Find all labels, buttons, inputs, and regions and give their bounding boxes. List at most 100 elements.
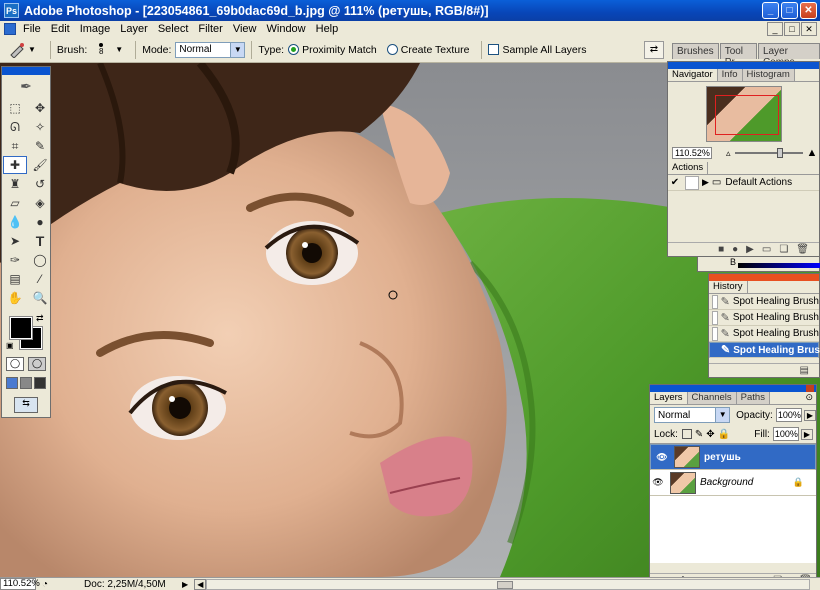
panel-menu-icon[interactable]: ⊙ [805, 392, 813, 404]
paint-bucket-tool-icon[interactable]: ◈ [28, 194, 52, 212]
trash-icon[interactable]: 🗑 [796, 244, 809, 255]
fill-field[interactable]: 100% [772, 427, 799, 441]
action-toggle-check-icon[interactable]: ✔ [668, 177, 682, 188]
quick-mask-mode-icon[interactable]: ◯ [28, 357, 46, 371]
tab-histogram[interactable]: Histogram [742, 69, 795, 81]
history-state[interactable]: ✎ Spot Healing Brush [709, 310, 819, 326]
brush-tool-icon[interactable]: 🖌 [28, 156, 52, 174]
stop-icon[interactable]: ■ [718, 244, 724, 255]
scroll-left-icon[interactable]: ◀ [194, 578, 207, 590]
menu-image[interactable]: Image [75, 23, 116, 35]
history-source-box[interactable] [712, 326, 718, 341]
tab-layer-comps[interactable]: Layer Comps [757, 43, 820, 68]
swap-colors-icon[interactable]: ⇄ [36, 313, 44, 324]
menu-filter[interactable]: Filter [193, 23, 227, 35]
clone-stamp-tool-icon[interactable]: ♜ [3, 175, 27, 193]
ellipse-tool-icon[interactable]: ◯ [28, 251, 52, 269]
lock-position-icon[interactable]: ✥ [706, 429, 714, 440]
type-tool-icon[interactable]: T [28, 232, 52, 250]
path-selection-tool-icon[interactable]: ➤ [3, 232, 27, 250]
mode-select[interactable]: Normal ▼ [175, 41, 246, 58]
expand-triangle-icon[interactable]: ▶ [702, 177, 709, 188]
document-restore-button[interactable]: □ [784, 22, 800, 36]
spot-healing-brush-tool-icon[interactable]: ✚ [3, 156, 27, 174]
feather-logo-icon[interactable]: ✒ [2, 75, 50, 97]
notes-tool-icon[interactable]: ▤ [3, 270, 27, 288]
menu-help[interactable]: Help [311, 23, 344, 35]
status-menu-arrow-icon[interactable]: ▶ [182, 580, 188, 589]
eyedropper-tool-icon[interactable]: ⁄ [28, 270, 52, 288]
document-icon[interactable] [4, 23, 16, 35]
zoom-out-icon[interactable]: ▵ [726, 148, 731, 159]
menu-file[interactable]: File [18, 23, 46, 35]
layer-row[interactable]: 👁 ретушь [650, 444, 816, 470]
file-browser-icon[interactable]: ⇄ [644, 41, 664, 59]
eye-icon[interactable]: 👁 [654, 452, 670, 463]
view-box[interactable] [714, 95, 779, 135]
full-screen-menu-mode-icon[interactable] [20, 377, 32, 389]
menu-window[interactable]: Window [262, 23, 311, 35]
slice-tool-icon[interactable]: ✎ [28, 137, 52, 155]
fill-arrow-icon[interactable]: ▶ [800, 428, 813, 440]
tab-layers[interactable]: Layers [650, 392, 688, 404]
blend-mode-select[interactable]: Normal ▼ [654, 407, 731, 423]
tab-tool-presets[interactable]: Tool Pr [719, 43, 757, 68]
tab-channels[interactable]: Channels [687, 392, 737, 404]
navigator-preview[interactable] [705, 86, 782, 142]
new-action-icon[interactable]: ❏ [779, 244, 788, 255]
scrollbar-thumb[interactable] [497, 580, 514, 589]
tool-preset-chevron-icon[interactable]: ▼ [28, 45, 36, 54]
tab-brushes[interactable]: Brushes [672, 43, 719, 59]
hand-tool-icon[interactable]: ✋ [3, 289, 27, 307]
zoom-tool-icon[interactable]: 🔍 [28, 289, 52, 307]
menu-view[interactable]: View [228, 23, 262, 35]
tab-navigator[interactable]: Navigator [668, 69, 718, 81]
pen-tool-icon[interactable]: ✑ [3, 251, 27, 269]
new-set-icon[interactable]: ▭ [762, 244, 771, 255]
foreground-color-swatch[interactable] [9, 316, 33, 340]
opacity-arrow-icon[interactable]: ▶ [803, 409, 816, 421]
history-state[interactable]: ✎ Spot Healing Brush [709, 326, 819, 342]
move-tool-icon[interactable]: ✥ [28, 99, 52, 117]
document-close-button[interactable]: ✕ [801, 22, 817, 36]
brush-picker[interactable]: 8 [91, 40, 111, 60]
tab-history[interactable]: History [709, 281, 748, 293]
history-source-box[interactable] [712, 294, 718, 309]
status-info-icon[interactable]: ◔ [42, 579, 48, 590]
panel-titlebar[interactable] [650, 385, 816, 392]
history-source-box[interactable] [712, 310, 718, 325]
layer-row[interactable]: 👁 Background 🔒 [650, 470, 816, 496]
action-set-row[interactable]: ✔ ▶ ▭ Default Actions [668, 175, 819, 191]
navigator-zoom-field[interactable]: 110.52% [672, 147, 712, 159]
default-colors-icon[interactable]: ▣ [6, 341, 14, 350]
spot-healing-brush-icon[interactable] [6, 41, 28, 59]
proximity-match-radio[interactable] [288, 44, 300, 55]
standard-screen-mode-icon[interactable] [6, 377, 18, 389]
history-state[interactable]: ✎ Spot Healing Brush [709, 294, 819, 310]
full-screen-mode-icon[interactable] [34, 377, 46, 389]
panel-titlebar[interactable] [668, 62, 819, 69]
menu-layer[interactable]: Layer [115, 23, 153, 35]
menu-edit[interactable]: Edit [46, 23, 75, 35]
jump-to-imageready-icon[interactable]: ⇆ [14, 397, 38, 413]
dialog-toggle-box[interactable] [685, 175, 699, 190]
horizontal-scrollbar[interactable] [206, 578, 811, 590]
toolbox-header[interactable] [2, 67, 50, 75]
eye-icon[interactable]: 👁 [650, 477, 666, 488]
magic-wand-tool-icon[interactable]: ✧ [28, 118, 52, 136]
menu-select[interactable]: Select [153, 23, 194, 35]
blur-tool-icon[interactable]: 💧 [3, 213, 27, 231]
minimize-button[interactable]: _ [762, 2, 779, 19]
new-snapshot-icon[interactable]: ▤ [800, 365, 809, 376]
zoom-slider-thumb[interactable] [776, 148, 783, 158]
dodge-tool-icon[interactable]: ● [28, 213, 52, 231]
history-source-box[interactable] [716, 343, 718, 357]
lock-transparent-icon[interactable] [681, 429, 692, 439]
lasso-tool-icon[interactable]: ᘏ [3, 118, 27, 136]
marquee-tool-icon[interactable]: ⬚ [3, 99, 27, 117]
record-icon[interactable]: ● [732, 244, 738, 255]
lock-image-icon[interactable]: ✎ [695, 429, 703, 440]
history-brush-tool-icon[interactable]: ↺ [28, 175, 52, 193]
sample-all-layers-checkbox[interactable] [488, 44, 500, 55]
play-icon[interactable]: ▶ [746, 244, 754, 255]
